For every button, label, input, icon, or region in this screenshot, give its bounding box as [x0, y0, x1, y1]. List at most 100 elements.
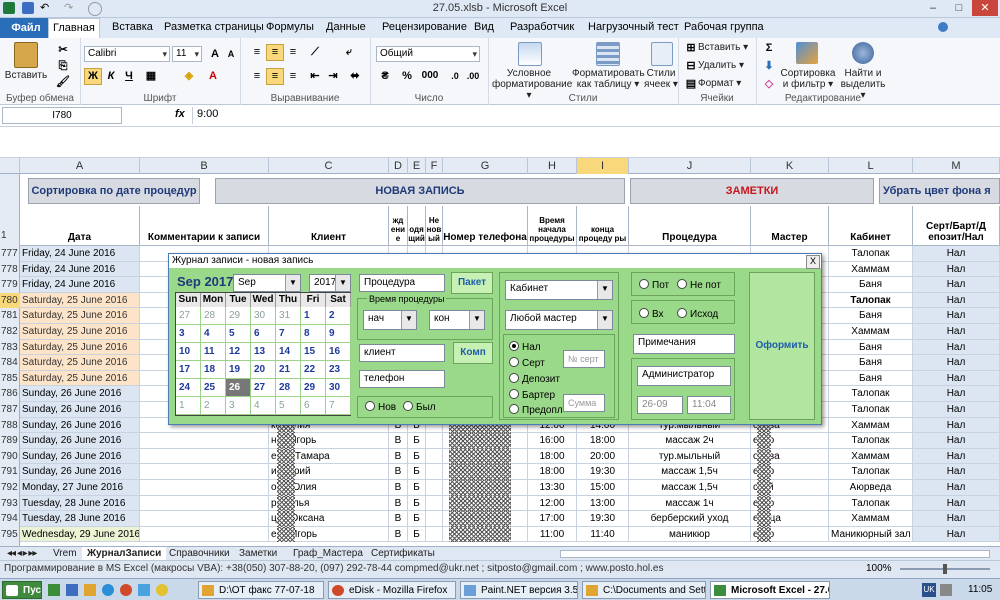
incoming-radio[interactable]: Вх [639, 308, 664, 320]
cell-date[interactable]: Saturday, 25 June 2016 [20, 308, 140, 324]
outgoing-radio[interactable]: Исход [677, 308, 718, 320]
admin-input[interactable]: Администратор [637, 366, 731, 386]
help-icon[interactable] [938, 22, 948, 32]
sum-input[interactable]: Сумма [563, 394, 605, 412]
cell-room[interactable]: Баня [829, 277, 913, 293]
sheet-tab-journal[interactable]: ЖурналЗаписи [82, 547, 167, 560]
calendar-day[interactable]: 2 [201, 397, 226, 415]
align-top-icon[interactable]: ≡ [248, 44, 266, 61]
thousands-button[interactable]: 000 [418, 68, 442, 85]
new-client-radio[interactable]: Нов [365, 401, 396, 413]
maximize-button[interactable]: □ [946, 0, 972, 16]
cell-room[interactable]: Талопак [829, 402, 913, 418]
insert-function-button[interactable]: fx [175, 108, 185, 120]
calendar-day[interactable]: 25 [201, 379, 226, 397]
cell-date[interactable]: Saturday, 25 June 2016 [20, 370, 140, 387]
cell-room[interactable]: Талопак [829, 246, 913, 262]
minimize-button[interactable]: – [920, 0, 946, 16]
cell-date[interactable]: Saturday, 25 June 2016 [20, 324, 140, 340]
tab-page-layout[interactable]: Разметка страницы [160, 21, 268, 33]
cell-end[interactable]: 19:30 [577, 464, 629, 480]
delete-cells-button[interactable]: Удалить ▾ [698, 60, 744, 71]
wrap-text-icon[interactable]: ⤶ [340, 44, 358, 61]
decrease-decimal-icon[interactable]: .00 [464, 68, 482, 85]
procedure-input[interactable]: Процедура [359, 274, 445, 292]
underline-button[interactable]: Ч [120, 68, 138, 85]
cell-empty[interactable] [140, 511, 269, 527]
merge-center-icon[interactable]: ⬌ [346, 68, 364, 85]
tray-icon[interactable] [940, 584, 952, 596]
calendar-day[interactable]: 8 [301, 325, 326, 343]
calendar-grid[interactable]: Sun Mon Tue Wed Thu Fri Sat 27 28 29 30 31 1 2 3 4 5 6 7 8 9… [175, 292, 351, 416]
cell-d[interactable]: В [389, 480, 408, 496]
format-painter-icon[interactable]: 🖌 [54, 74, 72, 91]
cell-date[interactable]: Saturday, 25 June 2016 [20, 292, 140, 309]
column-header-b[interactable]: B [140, 158, 269, 174]
fill-icon[interactable]: ⬇ [760, 58, 778, 75]
orientation-icon[interactable]: ⟋ [306, 44, 324, 61]
calendar-day[interactable]: 16 [326, 343, 351, 361]
cell-empty[interactable] [140, 480, 269, 496]
calendar-day[interactable]: 12 [226, 343, 251, 361]
paste-icon[interactable] [14, 42, 38, 68]
copy-icon[interactable]: ⎘ [54, 58, 72, 75]
column-header-h[interactable]: H [528, 158, 577, 174]
zoom-level[interactable]: 100% [866, 563, 892, 574]
cell-pay[interactable]: Нал [913, 292, 1000, 309]
row-header[interactable]: 792 [0, 480, 20, 496]
pay-barter-radio[interactable]: Бартер [509, 389, 555, 401]
sheet-nav-arrows[interactable]: ◂◂ ◂ ▸ ▸▸ [2, 547, 41, 560]
zoom-thumb[interactable] [943, 564, 947, 574]
align-left-icon[interactable]: ≡ [248, 68, 266, 85]
cell-room[interactable]: Хаммам [829, 448, 913, 465]
calendar-day[interactable]: 6 [301, 397, 326, 415]
cert-number-input[interactable]: № серт [563, 350, 605, 368]
cell-e[interactable]: Б [408, 511, 426, 527]
remove-bg-color-button[interactable]: Убрать цвет фона я [879, 178, 1000, 204]
cell-date[interactable]: Sunday, 26 June 2016 [20, 402, 140, 418]
cell-proc[interactable]: маникюр [629, 526, 751, 543]
calendar-day[interactable]: 13 [251, 343, 276, 361]
client-input[interactable]: клиент [359, 344, 445, 362]
column-header-k[interactable]: K [751, 158, 829, 174]
paste-label[interactable]: Вставить [4, 70, 48, 81]
clear-icon[interactable]: ◇ [760, 76, 778, 93]
cell-d[interactable]: В [389, 495, 408, 512]
cell-room[interactable]: Хаммам [829, 511, 913, 527]
horizontal-scrollbar[interactable] [560, 550, 990, 558]
cell-f[interactable] [426, 464, 443, 480]
row-header[interactable]: 787 [0, 402, 20, 418]
tab-home[interactable]: Главная [48, 18, 100, 39]
format-table-icon[interactable] [596, 42, 620, 66]
new-record-button[interactable]: НОВАЯ ЗАПИСЬ [215, 178, 625, 204]
borders-icon[interactable]: ▦ [142, 68, 160, 85]
cell-empty[interactable] [140, 448, 269, 465]
cell-date[interactable]: Sunday, 26 June 2016 [20, 464, 140, 480]
cell-room[interactable]: Талопак [829, 386, 913, 402]
number-format-select[interactable]: Общий [376, 46, 480, 62]
cell-d[interactable]: В [389, 526, 408, 543]
row-header[interactable]: 782 [0, 324, 20, 340]
cell-date[interactable]: Friday, 24 June 2016 [20, 246, 140, 262]
pay-prepay-radio[interactable]: Предопл [509, 404, 563, 416]
tab-load-test[interactable]: Нагрузочный тест [584, 21, 683, 33]
row-header[interactable]: 1 [0, 206, 20, 246]
cell-start[interactable]: 12:00 [528, 495, 577, 512]
cell-d[interactable]: В [389, 464, 408, 480]
quick-launch-chrome-icon[interactable] [156, 584, 168, 596]
start-button[interactable]: Пуск [2, 581, 42, 599]
date-input[interactable]: 26-09 [637, 396, 683, 414]
cell-e[interactable]: Б [408, 448, 426, 465]
cell-pay[interactable]: Нал [913, 480, 1000, 496]
cell-f[interactable] [426, 495, 443, 512]
tab-data[interactable]: Данные [322, 21, 370, 33]
cell-start[interactable]: 13:30 [528, 480, 577, 496]
pay-deposit-radio[interactable]: Депозит [509, 373, 560, 385]
row-header[interactable]: 781 [0, 308, 20, 324]
cell-pay[interactable]: Нал [913, 246, 1000, 262]
room-select[interactable]: Кабинет ▼ [505, 280, 613, 300]
cell-pay[interactable]: Нал [913, 277, 1000, 293]
notes-button[interactable]: ЗАМЕТКИ [630, 178, 874, 204]
quick-launch-browser-icon[interactable] [102, 584, 114, 596]
sweat-radio[interactable]: Пот [639, 279, 669, 291]
